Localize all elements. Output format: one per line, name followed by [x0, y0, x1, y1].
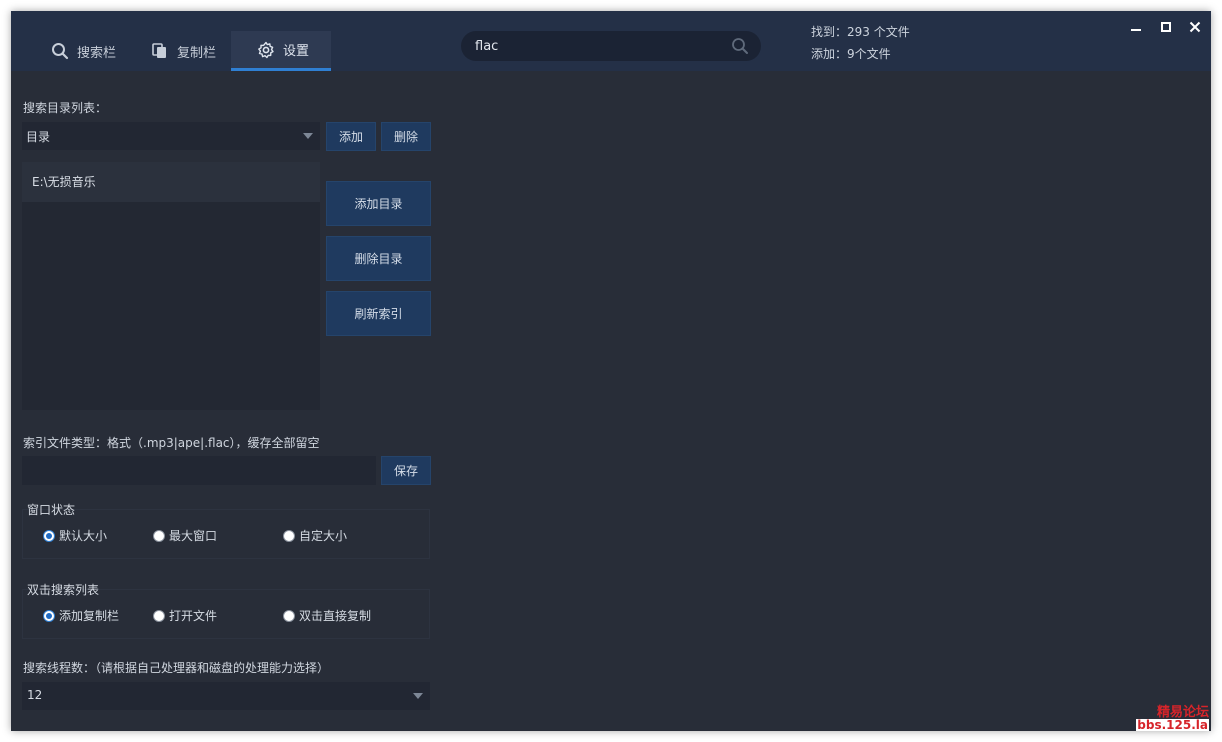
tab-copy[interactable]: 复制栏: [111, 31, 231, 71]
dir-listbox[interactable]: E:\无损音乐: [22, 162, 320, 410]
threads-label: 搜索线程数：（请根据自己处理器和磁盘的处理能力选择）: [23, 661, 330, 675]
index-type-input[interactable]: [22, 456, 376, 485]
add-button[interactable]: 添加: [326, 122, 376, 151]
tab-label: 复制栏: [177, 45, 217, 61]
close-button[interactable]: [1185, 17, 1205, 37]
added-count: 添加：9个文件: [811, 47, 891, 61]
chevron-down-icon: [413, 693, 423, 699]
select-value: 目录: [26, 130, 51, 144]
list-item[interactable]: E:\无损音乐: [22, 162, 320, 202]
watermark-line2: bbs.125.la: [1136, 718, 1209, 731]
gear-icon: [258, 41, 274, 58]
radio-label: 最大窗口: [169, 529, 218, 543]
tab-settings[interactable]: 设置: [231, 31, 331, 71]
refresh-index-button[interactable]: 刷新索引: [326, 291, 431, 336]
radio-button-icon: [153, 609, 165, 622]
radio-button-icon: [283, 609, 295, 622]
search-icon[interactable]: [731, 37, 749, 55]
radio-button-icon: [43, 529, 55, 542]
radio-label: 自定大小: [299, 529, 348, 543]
tab-label: 设置: [283, 44, 310, 59]
radio-label: 双击直接复制: [299, 609, 372, 623]
index-type-label: 索引文件类型：格式（.mp3|ape|.flac），缓存全部留空: [23, 436, 320, 450]
maximize-button[interactable]: [1156, 17, 1176, 37]
app-window: 搜索栏 复制栏 设置 找到：293 个文件 添加：9个文件: [11, 11, 1211, 731]
radio-default-size[interactable]: 默认大小: [43, 527, 107, 544]
save-button[interactable]: 保存: [381, 456, 431, 485]
radio-button-icon: [43, 609, 55, 622]
radio-button-icon: [153, 529, 165, 542]
radio-max-window[interactable]: 最大窗口: [153, 527, 217, 544]
radio-direct-copy[interactable]: 双击直接复制: [283, 607, 371, 624]
radio-label: 默认大小: [59, 529, 108, 543]
search-input[interactable]: [475, 31, 725, 61]
search-icon: [52, 43, 69, 60]
radio-custom-size[interactable]: 自定大小: [283, 527, 347, 544]
dir-type-select[interactable]: 目录: [22, 122, 320, 150]
delete-dir-button[interactable]: 删除目录: [326, 236, 431, 281]
copy-icon: [152, 43, 166, 58]
window-state-title: 窗口状态: [27, 503, 76, 517]
radio-add-copy-bar[interactable]: 添加复制栏: [43, 607, 119, 624]
search-box: [461, 31, 761, 61]
add-dir-button[interactable]: 添加目录: [326, 181, 431, 226]
select-value: 12: [27, 688, 43, 702]
threads-select[interactable]: 12: [22, 682, 430, 710]
found-count: 找到：293 个文件: [811, 25, 910, 39]
watermark: 精易论坛 bbs.125.la: [1136, 706, 1209, 731]
radio-button-icon: [283, 529, 295, 542]
minimize-button[interactable]: [1126, 17, 1146, 37]
chevron-down-icon: [303, 133, 313, 139]
radio-label: 添加复制栏: [59, 609, 120, 623]
dir-list-label: 搜索目录列表：: [23, 101, 108, 115]
maximize-icon: [1161, 22, 1171, 32]
delete-button[interactable]: 删除: [381, 122, 431, 151]
title-bar: 搜索栏 复制栏 设置 找到：293 个文件 添加：9个文件: [11, 11, 1211, 71]
minimize-icon: [1131, 29, 1141, 31]
double-click-title: 双击搜索列表: [27, 583, 100, 597]
close-icon: [1189, 21, 1201, 33]
radio-label: 打开文件: [169, 609, 218, 623]
radio-open-file[interactable]: 打开文件: [153, 607, 217, 624]
